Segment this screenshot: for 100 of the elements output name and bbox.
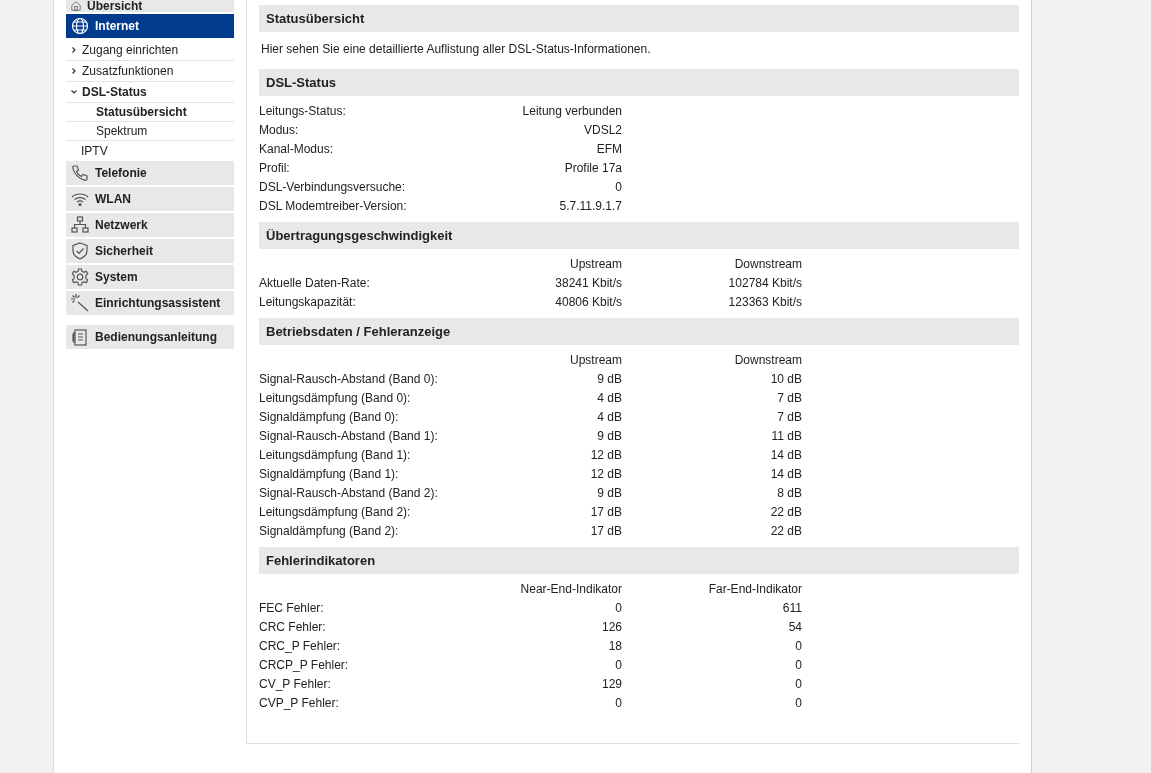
row-label: Leitungskapazität: bbox=[259, 294, 357, 311]
row-label: Kanal-Modus: bbox=[259, 141, 335, 158]
chevron-right-icon bbox=[70, 46, 78, 54]
table-cell-text: 12 dB bbox=[589, 447, 622, 464]
globe-icon bbox=[70, 16, 90, 36]
table-cell-text: 54 bbox=[787, 619, 802, 636]
sidebar-subitem[interactable]: Statusübersicht bbox=[66, 103, 234, 122]
sidebar-item[interactable]: Einrichtungsassistent bbox=[66, 291, 234, 315]
table-cell-text: 5.7.11.9.1.7 bbox=[558, 198, 622, 215]
magic-wand-icon bbox=[70, 293, 90, 313]
column-header: Downstream bbox=[733, 256, 802, 273]
chevron-right-icon bbox=[70, 67, 78, 75]
row-label: DSL Modemtreiber-Version: bbox=[259, 198, 408, 215]
column-header: Near-End-Indikator bbox=[519, 581, 622, 598]
shield-icon bbox=[70, 241, 90, 261]
table-cell-text: 22 dB bbox=[769, 504, 802, 521]
row-label: Leitungsdämpfung (Band 2): bbox=[259, 504, 412, 521]
table-cell-text: 18 bbox=[607, 638, 622, 655]
sidebar-subitem[interactable]: Spektrum bbox=[66, 122, 234, 141]
section-header: DSL-Status bbox=[259, 69, 1019, 96]
row-label: Aktuelle Daten-Rate: bbox=[259, 275, 371, 292]
row-label: CRC Fehler: bbox=[259, 619, 327, 636]
phone-icon bbox=[70, 163, 90, 183]
row-label: CV_P Fehler: bbox=[259, 676, 332, 693]
table-cell-text: 4 dB bbox=[596, 390, 622, 407]
table-cell-text: 0 bbox=[794, 657, 802, 674]
sidebar-item[interactable]: WLAN bbox=[66, 187, 234, 211]
sidebar-subitem[interactable]: Zusatzfunktionen bbox=[66, 61, 234, 82]
table-cell-text: 12 dB bbox=[589, 466, 622, 483]
sidebar-item[interactable]: Sicherheit bbox=[66, 239, 234, 263]
row-label: Signaldämpfung (Band 0): bbox=[259, 409, 400, 426]
table-cell-text: 17 dB bbox=[589, 523, 622, 540]
table-cell-text: 9 dB bbox=[596, 371, 622, 388]
row-label: Signaldämpfung (Band 2): bbox=[259, 523, 400, 540]
sidebar-item[interactable]: Netzwerk bbox=[66, 213, 234, 237]
table-cell-text: 14 dB bbox=[769, 447, 802, 464]
sidebar-subitem[interactable]: Zugang einrichten bbox=[66, 40, 234, 61]
document-icon bbox=[70, 327, 90, 347]
sidebar-item[interactable]: Übersicht bbox=[66, 0, 234, 12]
table-cell-text: 0 bbox=[794, 676, 802, 693]
gear-icon bbox=[70, 267, 90, 287]
row-label: Signal-Rausch-Abstand (Band 1): bbox=[259, 428, 439, 445]
table-cell-text: VDSL2 bbox=[582, 122, 622, 139]
table-cell-text: 0 bbox=[614, 657, 622, 674]
table-cell-text: 0 bbox=[794, 638, 802, 655]
row-label: Leitungsdämpfung (Band 0): bbox=[259, 390, 412, 407]
row-label: Signaldämpfung (Band 1): bbox=[259, 466, 400, 483]
table-cell-text: 129 bbox=[600, 676, 622, 693]
section-header: Betriebsdaten / Fehleranzeige bbox=[259, 318, 1019, 345]
row-label: Modus: bbox=[259, 122, 300, 139]
row-label: CRC_P Fehler: bbox=[259, 638, 342, 655]
table-cell-text: 17 dB bbox=[589, 504, 622, 521]
row-label: Leitungsdämpfung (Band 1): bbox=[259, 447, 412, 464]
table-cell-text: 4 dB bbox=[596, 409, 622, 426]
row-label: Signal-Rausch-Abstand (Band 0): bbox=[259, 371, 439, 388]
table-cell-text: EFM bbox=[595, 141, 622, 158]
row-label: Profil: bbox=[259, 160, 291, 177]
description-text: Hier sehen Sie eine detaillierte Auflistung aller DSL-Status-Informationen. bbox=[260, 41, 652, 58]
sidebar-item[interactable]: System bbox=[66, 265, 234, 289]
table-cell-text: 10 dB bbox=[769, 371, 802, 388]
table-cell-text: 0 bbox=[794, 695, 802, 712]
table-cell-text: 11 dB bbox=[770, 428, 802, 445]
row-label: Signal-Rausch-Abstand (Band 2): bbox=[259, 485, 439, 502]
table-cell-text: 126 bbox=[600, 619, 622, 636]
table-cell-text: 9 dB bbox=[596, 428, 622, 445]
table-cell-text: Profile 17a bbox=[563, 160, 622, 177]
table-cell-text: 0 bbox=[614, 179, 622, 196]
row-label: DSL-Verbindungsversuche: bbox=[259, 179, 407, 196]
sidebar-item[interactable]: Telefonie bbox=[66, 161, 234, 185]
table-cell-text: 38241 Kbit/s bbox=[554, 275, 622, 292]
table-cell-text: 0 bbox=[614, 600, 622, 617]
table-cell-text: 611 bbox=[781, 600, 802, 617]
table-cell-text: 9 dB bbox=[596, 485, 622, 502]
table-cell-text: 40806 Kbit/s bbox=[554, 294, 622, 311]
table-cell-text: 102784 Kbit/s bbox=[727, 275, 802, 292]
sidebar-subitem[interactable]: DSL-Status bbox=[66, 82, 234, 103]
network-icon bbox=[70, 215, 90, 235]
column-header: Upstream bbox=[569, 256, 622, 273]
table-cell-text: 22 dB bbox=[769, 523, 802, 540]
row-label: Leitungs-Status: bbox=[259, 103, 347, 120]
sidebar-subitem[interactable]: IPTV bbox=[66, 141, 234, 161]
table-cell-text: 0 bbox=[614, 695, 622, 712]
section-header: Statusübersicht bbox=[259, 5, 1019, 32]
table-cell-text: 7 dB bbox=[776, 390, 802, 407]
table-cell-text: 8 dB bbox=[776, 485, 802, 502]
column-header: Upstream bbox=[569, 352, 622, 369]
manual-link[interactable]: Bedienungsanleitung bbox=[66, 325, 234, 349]
row-label: FEC Fehler: bbox=[259, 600, 325, 617]
section-header: Übertragungsgeschwindigkeit bbox=[259, 222, 1019, 249]
table-cell-text: 14 dB bbox=[769, 466, 802, 483]
section-header: Fehlerindikatoren bbox=[259, 547, 1019, 574]
table-cell-text: Leitung verbunden bbox=[521, 103, 622, 120]
column-header: Downstream bbox=[733, 352, 802, 369]
table-cell-text: 123363 Kbit/s bbox=[727, 294, 802, 311]
column-header: Far-End-Indikator bbox=[707, 581, 802, 598]
row-label: CVP_P Fehler: bbox=[259, 695, 340, 712]
chevron-down-icon bbox=[70, 88, 78, 96]
sidebar-item[interactable]: Internet bbox=[66, 14, 234, 38]
home-icon bbox=[70, 0, 82, 12]
table-cell-text: 7 dB bbox=[776, 409, 802, 426]
